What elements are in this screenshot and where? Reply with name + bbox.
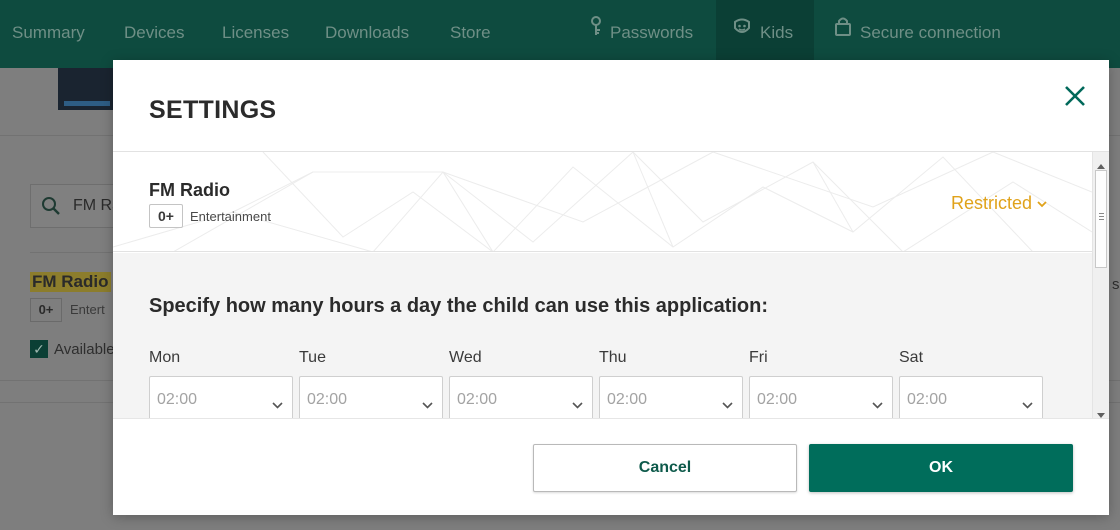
- dialog-footer: Cancel OK: [113, 418, 1109, 515]
- hours-select-fri[interactable]: 02:00: [749, 376, 893, 418]
- restriction-status: Restricted: [951, 193, 1033, 213]
- day-label-sat: Sat: [899, 349, 924, 366]
- key-icon: [590, 0, 602, 64]
- restriction-dropdown[interactable]: Restricted: [951, 193, 1047, 214]
- nav-store[interactable]: Store: [450, 0, 491, 68]
- close-icon: [1065, 86, 1085, 106]
- nav-passwords[interactable]: Passwords: [590, 0, 693, 68]
- close-button[interactable]: [1059, 80, 1091, 112]
- chevron-down-icon: [1037, 192, 1047, 213]
- nav-licenses[interactable]: Licenses: [222, 0, 289, 68]
- app-category: Entert: [70, 302, 105, 317]
- available-checkbox[interactable]: ✓: [30, 340, 48, 358]
- day-label-fri: Fri: [749, 349, 768, 366]
- app-name: FM Radio: [30, 272, 111, 292]
- day-label-tue: Tue: [299, 349, 326, 366]
- app-header: FM Radio 0+ Entertainment Restricted: [113, 152, 1092, 252]
- truncated-text: s: [1112, 276, 1120, 293]
- scrollbar-thumb[interactable]: [1095, 170, 1107, 268]
- app-category: Entertainment: [190, 209, 271, 224]
- device-thumbnail: [58, 68, 116, 110]
- kids-icon: [732, 0, 752, 64]
- hours-select-mon[interactable]: 02:00: [149, 376, 293, 418]
- chevron-down-icon: [872, 396, 883, 414]
- usage-limits-section: Specify how many hours a day the child c…: [113, 253, 1092, 418]
- ok-button[interactable]: OK: [809, 444, 1073, 492]
- hours-select-wed[interactable]: 02:00: [449, 376, 593, 418]
- nav-downloads[interactable]: Downloads: [325, 0, 409, 68]
- chevron-down-icon: [722, 396, 733, 414]
- top-navigation: Summary Devices Licenses Downloads Store…: [0, 0, 1120, 68]
- dialog-body: FM Radio 0+ Entertainment Restricted Spe…: [113, 151, 1109, 418]
- hours-select-thu[interactable]: 02:00: [599, 376, 743, 418]
- chevron-down-icon: [1022, 396, 1033, 414]
- nav-kids[interactable]: Kids: [716, 0, 814, 68]
- nav-devices[interactable]: Devices: [124, 0, 184, 68]
- day-label-thu: Thu: [599, 349, 627, 366]
- divider: [30, 252, 120, 253]
- search-icon: [41, 196, 61, 221]
- app-name: FM Radio: [149, 180, 230, 200]
- age-badge: 0+: [149, 204, 183, 228]
- day-label-mon: Mon: [149, 349, 181, 366]
- chevron-down-icon: [572, 396, 583, 414]
- dialog-title: SETTINGS: [149, 96, 277, 124]
- hours-select-tue[interactable]: 02:00: [299, 376, 443, 418]
- vertical-scrollbar[interactable]: [1092, 152, 1109, 418]
- scroll-down-arrow-icon[interactable]: [1097, 405, 1105, 418]
- available-label: Available: [54, 341, 115, 358]
- chevron-down-icon: [422, 396, 433, 414]
- settings-dialog: SETTINGS FM Radio 0+ Entertainment Restr…: [113, 60, 1109, 515]
- lock-icon: [834, 0, 852, 64]
- chevron-down-icon: [272, 396, 283, 414]
- hours-select-sat[interactable]: 02:00: [899, 376, 1043, 418]
- nav-secure-connection[interactable]: Secure connection: [834, 0, 1001, 68]
- background-pattern: [113, 152, 1092, 251]
- nav-summary[interactable]: Summary: [12, 0, 85, 68]
- cancel-button[interactable]: Cancel: [533, 444, 797, 492]
- age-badge: 0+: [30, 298, 62, 322]
- limits-heading: Specify how many hours a day the child c…: [149, 295, 769, 317]
- day-label-wed: Wed: [449, 349, 482, 366]
